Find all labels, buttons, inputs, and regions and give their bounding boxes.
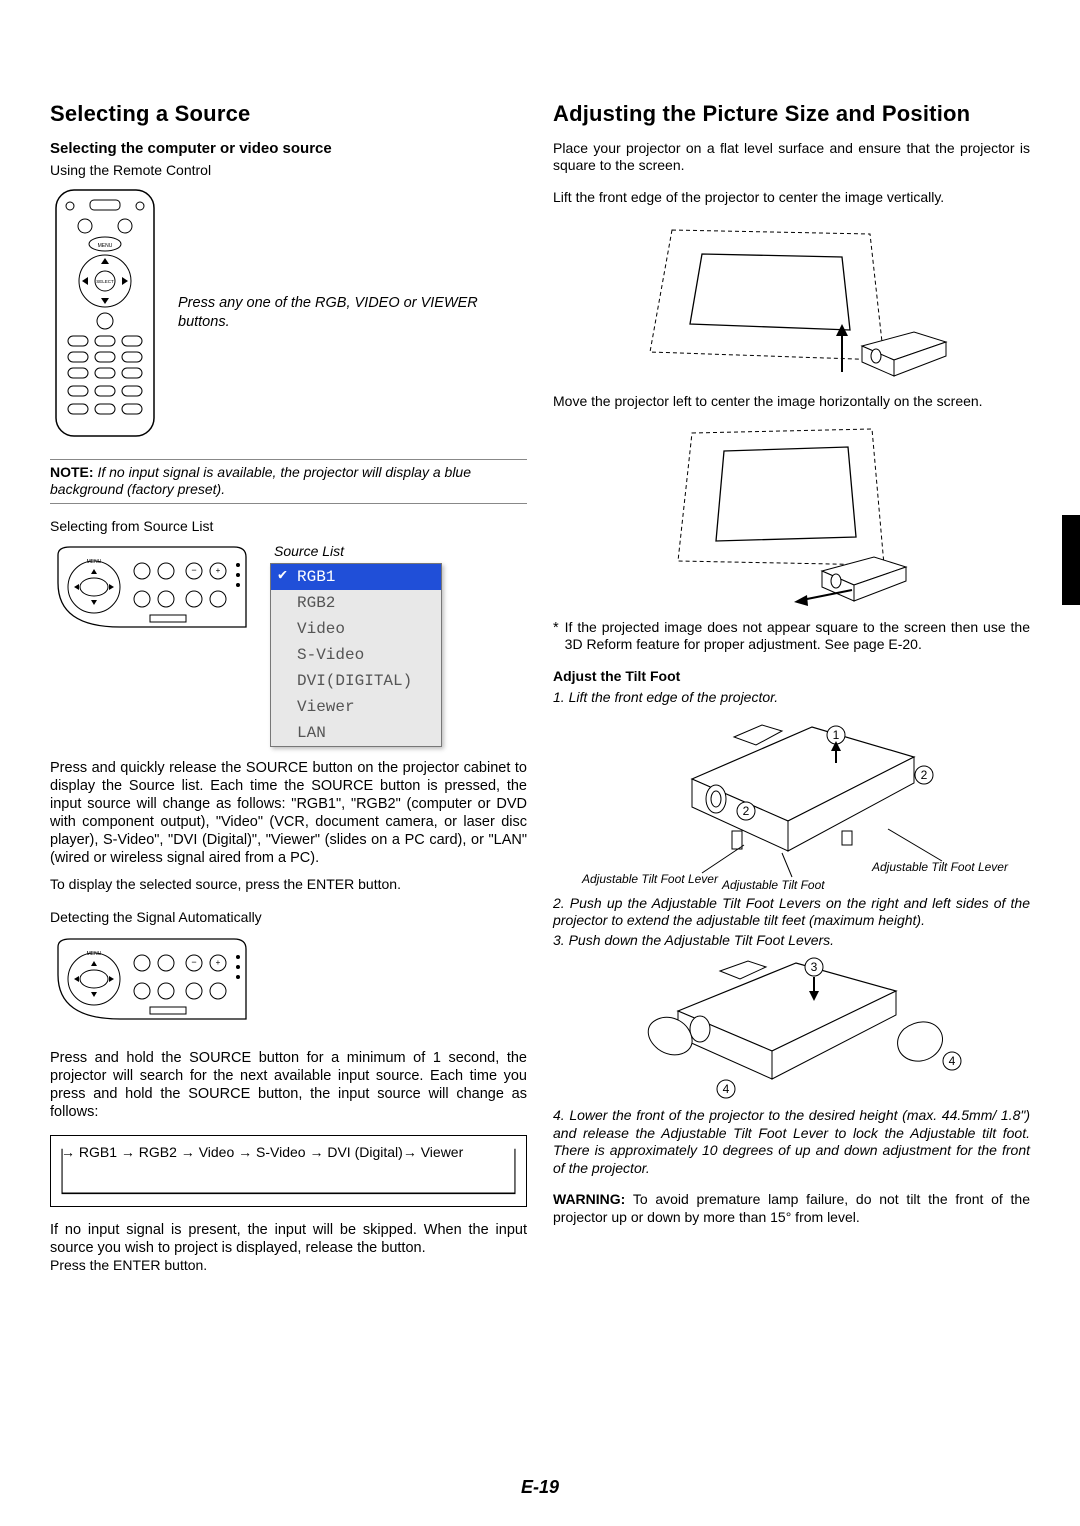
section-tab <box>1062 515 1080 605</box>
asterisk: * <box>553 619 559 654</box>
warning-text: To avoid premature lamp failure, do not … <box>553 1191 1030 1225</box>
steps-list: 1. Lift the front edge of the projector. <box>553 689 1030 707</box>
control-panel-illustration-1: MENU − + <box>50 543 250 638</box>
remote-control-illustration: MENU SELECT <box>50 186 160 441</box>
note-label: NOTE: <box>50 464 94 480</box>
vertical-centering-illustration <box>622 212 962 387</box>
source-list-item: DVI(DIGITAL) <box>271 668 441 694</box>
source-list-item: Video <box>271 616 441 642</box>
source-cycle-diagram: → RGB1 → RGB2 → Video → S-Video → DVI (D… <box>50 1135 527 1207</box>
selecting-from-list-text: Selecting from Source List <box>50 518 527 536</box>
note-text: If no input signal is available, the pro… <box>50 464 471 498</box>
two-column-layout: Selecting a Source Selecting the compute… <box>50 100 1030 1275</box>
skip-paragraph: If no input signal is present, the input… <box>50 1221 527 1257</box>
move-left-text: Move the projector left to center the im… <box>553 393 1030 411</box>
svg-text:MENU: MENU <box>87 559 102 565</box>
warning-paragraph: WARNING: To avoid premature lamp failure… <box>553 1191 1030 1226</box>
tilt-lever-label-right: Adjustable Tilt Foot Lever <box>871 860 1009 874</box>
source-list-item: Viewer <box>271 694 441 720</box>
svg-text:2: 2 <box>920 768 927 782</box>
steps-list-3: 4. Lower the front of the projector to t… <box>553 1107 1030 1177</box>
not-square-text: If the projected image does not appear s… <box>565 619 1030 654</box>
step-3: 3. Push down the Adjustable Tilt Foot Le… <box>553 932 1030 950</box>
remote-caption: Press any one of the RGB, VIDEO or VIEWE… <box>178 294 527 333</box>
detecting-text: Detecting the Signal Automatically <box>50 909 527 927</box>
heading-selecting-source: Selecting a Source <box>50 100 527 128</box>
steps-list-2: 2. Push up the Adjustable Tilt Foot Leve… <box>553 895 1030 950</box>
source-list-label: Source List <box>274 543 442 561</box>
right-column: Adjusting the Picture Size and Position … <box>553 100 1030 1275</box>
subheading-selecting-computer: Selecting the computer or video source <box>50 140 527 159</box>
source-button-paragraph-2: To display the selected source, press th… <box>50 876 527 894</box>
hold-source-paragraph: Press and hold the SOURCE button for a m… <box>50 1049 527 1122</box>
page-number: E-19 <box>0 1477 1080 1498</box>
warning-label: WARNING: <box>553 1191 625 1207</box>
lift-front-text: Lift the front edge of the projector to … <box>553 189 1030 207</box>
source-list-item: S-Video <box>271 642 441 668</box>
svg-text:1: 1 <box>832 728 839 742</box>
remote-figure-row: MENU SELECT <box>50 186 527 441</box>
svg-text:4: 4 <box>722 1082 729 1096</box>
svg-text:+: + <box>216 958 221 967</box>
source-cycle-text: → RGB1 → RGB2 → Video → S-Video → DVI (D… <box>61 1144 518 1162</box>
heading-adjusting-picture: Adjusting the Picture Size and Position <box>553 100 1030 128</box>
using-remote-text: Using the Remote Control <box>50 162 527 180</box>
source-list-item: RGB2 <box>271 590 441 616</box>
left-column: Selecting a Source Selecting the compute… <box>50 100 527 1275</box>
svg-text:−: − <box>191 957 196 967</box>
tilt-foot-label: Adjustable Tilt Foot <box>721 878 825 891</box>
note-block: NOTE: If no input signal is available, t… <box>50 459 527 504</box>
source-list-item: RGB1 <box>271 564 441 590</box>
tilt-foot-illustration-1: 1 2 2 Adjustable Tilt Foot Lever Adjusta… <box>572 711 1012 891</box>
asterisk-note: * If the projected image does not appear… <box>553 619 1030 654</box>
step-4: 4. Lower the front of the projector to t… <box>553 1107 1030 1177</box>
manual-page: Selecting a Source Selecting the compute… <box>0 0 1080 1526</box>
svg-text:MENU: MENU <box>98 243 113 249</box>
press-enter-text: Press the ENTER button. <box>50 1257 527 1275</box>
step-1: 1. Lift the front edge of the projector. <box>553 689 1030 707</box>
svg-text:3: 3 <box>810 960 817 974</box>
source-button-paragraph: Press and quickly release the SOURCE but… <box>50 759 527 868</box>
svg-text:MENU: MENU <box>87 951 102 957</box>
source-list: RGB1 RGB2 Video S-Video DVI(DIGITAL) Vie… <box>270 563 442 747</box>
adjust-tilt-heading: Adjust the Tilt Foot <box>553 668 1030 686</box>
step-2: 2. Push up the Adjustable Tilt Foot Leve… <box>553 895 1030 930</box>
svg-text:−: − <box>191 565 196 575</box>
svg-text:SELECT: SELECT <box>96 279 114 284</box>
place-projector-text: Place your projector on a flat level sur… <box>553 140 1030 175</box>
source-list-container: Source List RGB1 RGB2 Video S-Video DVI(… <box>270 543 442 747</box>
horizontal-centering-illustration <box>622 415 962 615</box>
source-list-item: LAN <box>271 720 441 746</box>
svg-text:2: 2 <box>742 804 749 818</box>
tilt-foot-illustration-2: 3 4 4 <box>582 953 1002 1103</box>
control-panel-illustration-2: MENU − + <box>50 935 250 1030</box>
tilt-lever-label-left: Adjustable Tilt Foot Lever <box>581 872 719 886</box>
svg-text:4: 4 <box>948 1054 955 1068</box>
source-list-figure-row: MENU − + <box>50 543 527 747</box>
svg-text:+: + <box>216 566 221 575</box>
